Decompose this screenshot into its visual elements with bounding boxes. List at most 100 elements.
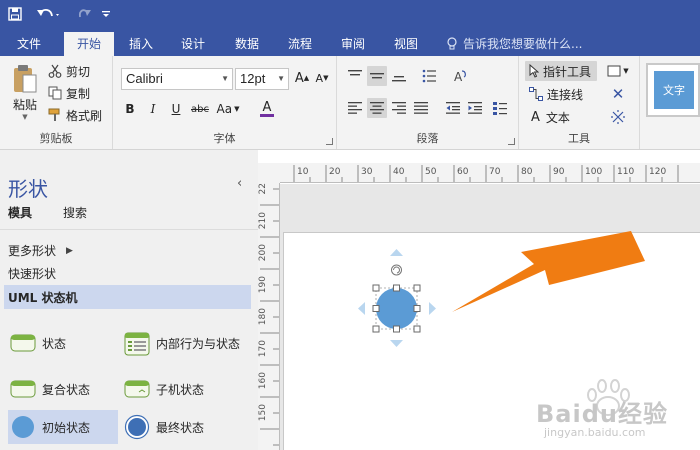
decrease-indent-button[interactable] xyxy=(443,98,463,118)
collapse-pane-icon[interactable]: ‹ xyxy=(237,176,242,191)
bullets-icon xyxy=(422,69,436,83)
align-bottom-button[interactable] xyxy=(389,66,409,86)
shape-initial-state-label: 初始状态 xyxy=(42,420,91,435)
paste-dropdown-icon[interactable]: ▼ xyxy=(22,113,27,121)
font-color-button[interactable]: A xyxy=(252,99,282,119)
tab-file[interactable]: 文件 xyxy=(8,32,50,56)
horizontal-ruler[interactable]: 10 20 30 40 50 60 70 80 90 100 110 120 xyxy=(280,163,700,183)
align-center-button[interactable] xyxy=(367,98,387,118)
tab-stencils[interactable]: 模具 xyxy=(8,204,32,221)
font-family-select[interactable]: Calibri ▼ xyxy=(121,68,233,90)
group-clipboard: 粘贴 ▼ 剪切 复制 格式刷 剪贴板 xyxy=(0,56,113,149)
scissors-icon xyxy=(48,64,62,78)
align-middle-button[interactable] xyxy=(367,66,387,86)
align-right-button[interactable] xyxy=(389,98,409,118)
font-color-letter: A xyxy=(262,100,272,115)
align-right-icon xyxy=(392,102,406,114)
quick-shapes-item[interactable]: 快速形状 xyxy=(8,265,56,282)
tab-data[interactable]: 数据 xyxy=(226,32,268,56)
bullets-toggle-button[interactable] xyxy=(489,98,511,118)
shape-state-label: 状态 xyxy=(42,336,67,351)
font-family-dropdown-icon: ▼ xyxy=(221,74,229,83)
tab-view[interactable]: 视图 xyxy=(385,32,427,56)
text-tool-button[interactable]: A 文本 xyxy=(525,107,597,127)
tab-process[interactable]: 流程 xyxy=(279,32,321,56)
align-left-button[interactable] xyxy=(345,98,365,118)
font-family-value: Calibri xyxy=(126,71,163,86)
ruler-v-label: 180 xyxy=(258,308,268,326)
connection-point-button[interactable] xyxy=(603,107,633,127)
shape-style-sample[interactable]: 文字 xyxy=(654,71,694,109)
pointer-icon xyxy=(529,64,539,78)
strikethrough-button[interactable]: abc xyxy=(189,99,211,119)
tab-insert[interactable]: 插入 xyxy=(120,32,162,56)
title-bar xyxy=(0,0,700,28)
font-size-select[interactable]: 12pt ▼ xyxy=(235,68,289,90)
shape-submachine-state[interactable]: 子机状态 xyxy=(122,372,250,406)
shape-style-gallery[interactable]: 文字 xyxy=(646,63,700,117)
connection-point-icon xyxy=(611,110,625,124)
more-shapes-item[interactable]: 更多形状 ▶ xyxy=(8,242,73,259)
ruler-h-label: 40 xyxy=(393,167,405,177)
ruler-h-label: 70 xyxy=(489,167,501,177)
format-painter-button[interactable]: 格式刷 xyxy=(48,105,102,125)
customize-icon[interactable] xyxy=(100,4,112,24)
tell-me-box[interactable]: 告诉我您想要做什么... xyxy=(446,32,582,56)
ruler-v-label: 170 xyxy=(258,340,268,358)
connector-button[interactable]: 连接线 xyxy=(525,84,597,104)
paragraph-dialog-launcher-icon[interactable] xyxy=(508,138,515,145)
ruler-v-label: 200 xyxy=(258,244,268,262)
justify-button[interactable] xyxy=(411,98,431,118)
ribbon: 粘贴 ▼ 剪切 复制 格式刷 剪贴板 Calibri ▼ 12pt ▼ A ▲ A ▼ … xyxy=(0,56,700,150)
tab-home[interactable]: 开始 xyxy=(64,32,114,56)
shape-state[interactable]: 状态 xyxy=(8,326,118,360)
grow-font-button[interactable]: A ▲ xyxy=(293,68,311,88)
bullets-button[interactable] xyxy=(419,66,439,86)
cut-label: 剪切 xyxy=(66,64,91,79)
font-size-dropdown-icon: ▼ xyxy=(277,74,285,83)
underline-button[interactable]: U xyxy=(167,99,185,119)
shapes-dropdown-button[interactable]: ▼ xyxy=(603,61,633,81)
text-direction-button[interactable]: A xyxy=(449,66,471,86)
increase-indent-button[interactable] xyxy=(465,98,485,118)
shape-composite-state[interactable]: 复合状态 xyxy=(8,372,118,406)
save-icon[interactable] xyxy=(6,4,24,24)
undo-icon[interactable] xyxy=(34,4,64,24)
shape-submachine-state-label: 子机状态 xyxy=(156,382,205,397)
group-font: Calibri ▼ 12pt ▼ A ▲ A ▼ B I U abc Aa ▼ A 字体 xyxy=(113,56,337,149)
pointer-tool-button[interactable]: 指针工具 xyxy=(525,61,597,81)
paste-button[interactable]: 粘贴 ▼ xyxy=(6,60,44,124)
ruler-h-label: 10 xyxy=(297,167,309,177)
composite-state-icon xyxy=(10,380,36,398)
shape-initial-state[interactable]: 初始状态 xyxy=(8,410,118,444)
copy-button[interactable]: 复制 xyxy=(48,83,90,103)
watermark-url: jingyan.baidu.com xyxy=(544,426,646,439)
cut-button[interactable]: 剪切 xyxy=(48,61,90,81)
tab-search[interactable]: 搜索 xyxy=(63,204,87,221)
change-case-button[interactable]: Aa ▼ xyxy=(213,99,243,119)
group-shape-styles: 文字 xyxy=(640,56,700,149)
justify-icon xyxy=(414,102,428,114)
increase-indent-icon xyxy=(468,102,482,114)
state-icon xyxy=(10,334,36,352)
close-shape-button[interactable]: ✕ xyxy=(603,84,633,104)
paste-label: 粘贴 xyxy=(12,97,37,112)
redo-icon[interactable] xyxy=(74,4,94,24)
shape-final-state[interactable]: 最终状态 xyxy=(122,410,250,444)
tab-review[interactable]: 审阅 xyxy=(332,32,374,56)
shape-internal-behavior[interactable]: 内部行为与状态 xyxy=(122,326,250,362)
tab-design[interactable]: 设计 xyxy=(172,32,214,56)
bold-button[interactable]: B xyxy=(121,99,139,119)
align-top-button[interactable] xyxy=(345,66,365,86)
font-dialog-launcher-icon[interactable] xyxy=(326,138,333,145)
italic-button[interactable]: I xyxy=(144,99,162,119)
vertical-ruler[interactable]: 22 210 200 190 180 170 160 150 xyxy=(258,183,280,450)
align-top-icon xyxy=(348,70,362,76)
shape-final-state-label: 最终状态 xyxy=(156,420,205,435)
align-left-icon xyxy=(348,102,362,114)
rectangle-icon xyxy=(607,65,621,77)
shrink-font-button[interactable]: A ▼ xyxy=(313,68,331,88)
ruler-corner xyxy=(258,163,280,183)
ribbon-tabs: 文件 开始 插入 设计 数据 流程 审阅 视图 告诉我您想要做什么... xyxy=(0,28,700,56)
group-paragraph: A 段落 xyxy=(337,56,519,149)
